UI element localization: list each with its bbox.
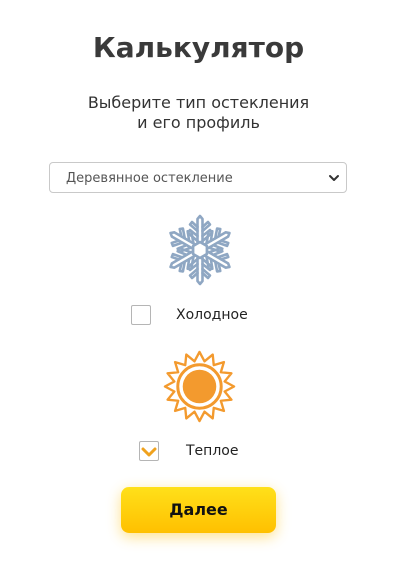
chevron-down-icon <box>329 175 339 181</box>
warm-checkbox[interactable] <box>139 441 159 461</box>
glazing-type-select[interactable]: Деревянное остекление <box>49 162 347 193</box>
checkmark-icon <box>141 447 157 457</box>
page-title: Калькулятор <box>92 31 305 64</box>
warm-option-label: Теплое <box>186 443 239 459</box>
glazing-type-value: Деревянное остекление <box>66 171 233 186</box>
next-button[interactable]: Далее <box>121 487 276 533</box>
instruction-line-2: и его профиль <box>137 113 260 132</box>
instruction-text: Выберите тип остекления и его профиль <box>0 93 397 133</box>
cold-option-label: Холодное <box>176 307 248 323</box>
snowflake-icon <box>163 214 237 286</box>
sun-icon <box>163 350 236 423</box>
instruction-line-1: Выберите тип остекления <box>87 93 310 112</box>
cold-checkbox[interactable] <box>131 305 151 325</box>
